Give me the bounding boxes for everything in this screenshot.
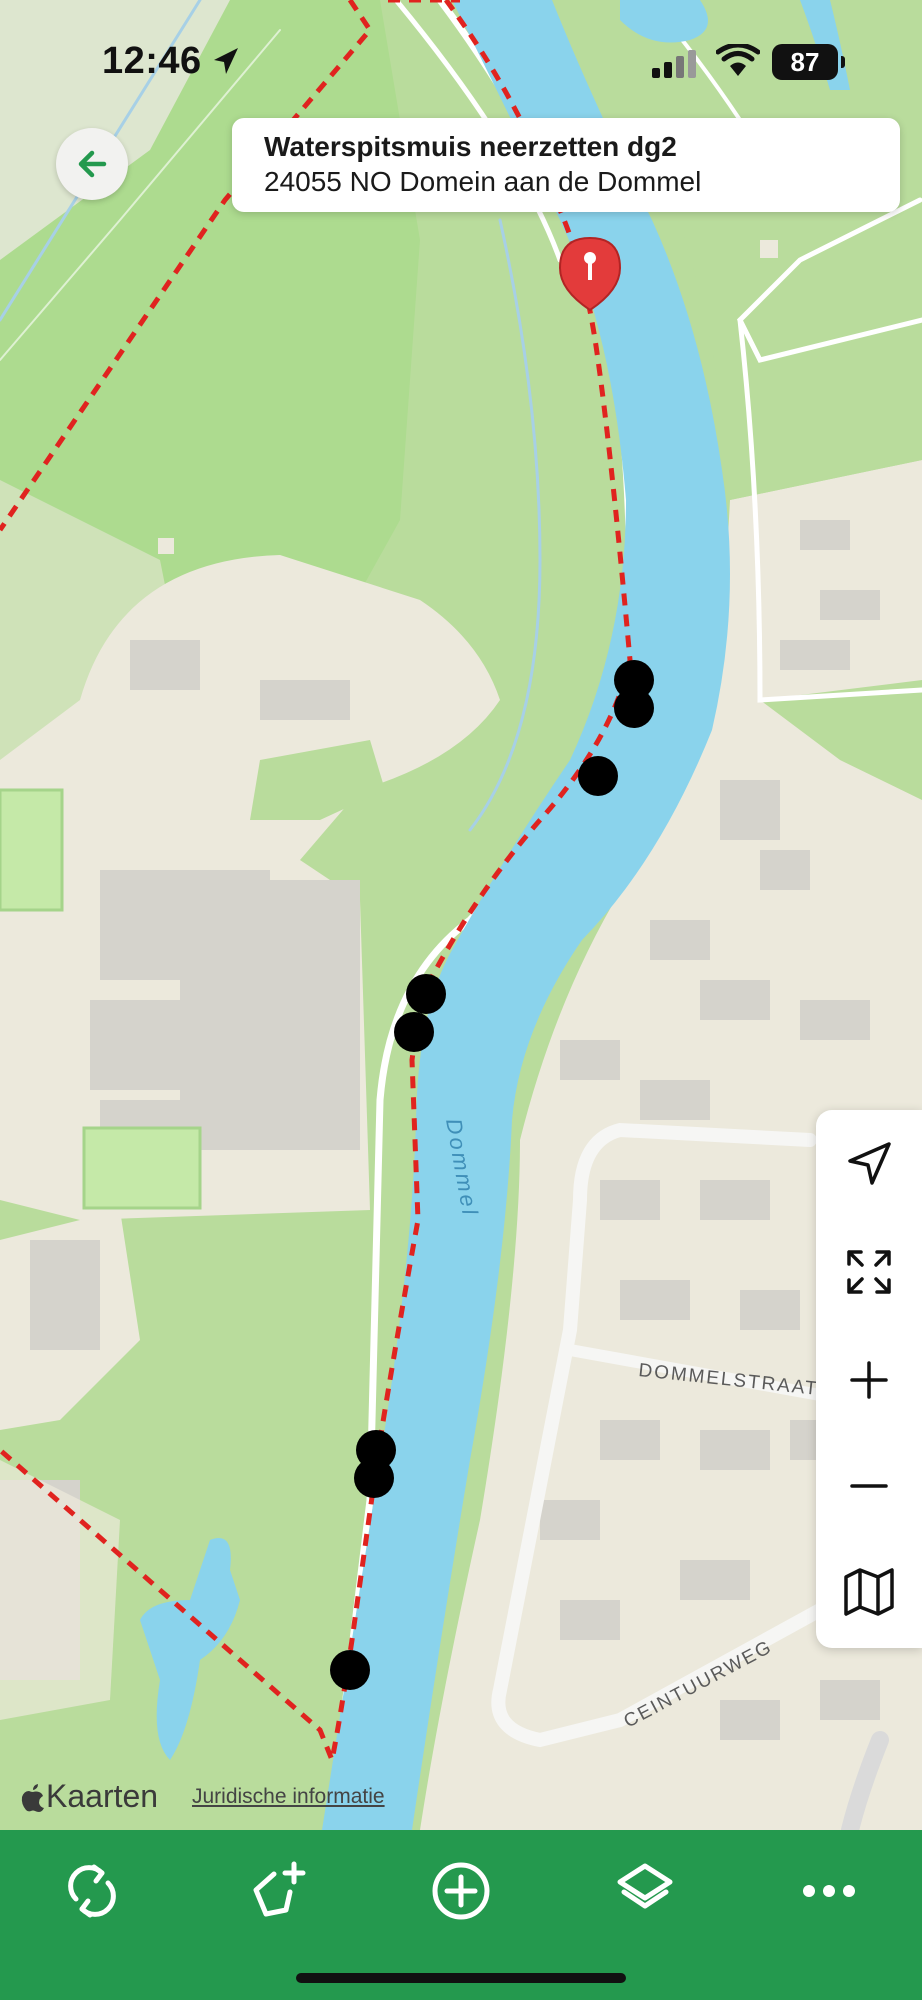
map-controls	[816, 1110, 922, 1648]
map-view[interactable]: Dommel DOMMELSTRAAT CEINTUURWEG	[0, 0, 922, 1830]
more-icon	[803, 1885, 855, 1897]
zoom-out-icon	[850, 1484, 888, 1488]
zoom-in-button[interactable]	[816, 1330, 922, 1430]
arrow-left-icon	[78, 150, 107, 178]
map-attribution-label: Kaarten	[46, 1778, 159, 1814]
map-building	[760, 240, 778, 258]
add-polygon-icon	[253, 1861, 306, 1917]
map-building	[158, 538, 174, 554]
add-point-icon	[432, 1862, 490, 1920]
map-type-button[interactable]	[816, 1542, 922, 1642]
waypoint-marker[interactable]	[578, 756, 618, 796]
home-indicator[interactable]	[296, 1973, 626, 1983]
wifi-icon	[716, 44, 760, 76]
add-point-button[interactable]	[416, 1846, 506, 1936]
layers-icon	[617, 1863, 673, 1909]
zoom-out-button[interactable]	[816, 1436, 922, 1536]
page-subtitle: 24055 NO Domein aan de Dommel	[264, 166, 702, 197]
location-services-icon	[214, 48, 238, 74]
status-bar: 12:46 87	[0, 0, 922, 120]
locate-button[interactable]	[816, 1114, 922, 1214]
fit-extent-icon	[847, 1250, 891, 1294]
map-sports-field	[0, 788, 64, 912]
cellular-signal-icon	[652, 50, 696, 78]
more-button[interactable]	[784, 1846, 874, 1936]
apple-logo-icon	[21, 1783, 44, 1812]
status-time: 12:46	[102, 40, 202, 82]
zoom-in-icon	[850, 1361, 888, 1399]
back-button[interactable]	[56, 128, 128, 200]
page-title: Waterspitsmuis neerzetten dg2	[264, 131, 677, 162]
locate-icon	[848, 1142, 891, 1185]
layers-button[interactable]	[600, 1846, 690, 1936]
add-polygon-button[interactable]	[232, 1846, 322, 1936]
waypoint-marker[interactable]	[354, 1458, 394, 1498]
waypoint-marker[interactable]	[406, 974, 446, 1014]
sync-button[interactable]	[47, 1846, 137, 1936]
fit-extent-button[interactable]	[816, 1222, 922, 1322]
battery-indicator: 87	[772, 44, 845, 80]
map-layers-icon	[844, 1568, 894, 1616]
waypoint-marker[interactable]	[330, 1650, 370, 1690]
map-attribution: Kaarten	[20, 1778, 158, 1815]
waypoint-marker[interactable]	[614, 688, 654, 728]
title-card: Waterspitsmuis neerzetten dg2 24055 NO D…	[232, 118, 900, 212]
waypoint-marker[interactable]	[394, 1012, 434, 1052]
map-sports-field	[82, 1126, 202, 1210]
sync-icon	[68, 1864, 116, 1918]
legal-link[interactable]: Juridische informatie	[192, 1785, 385, 1809]
